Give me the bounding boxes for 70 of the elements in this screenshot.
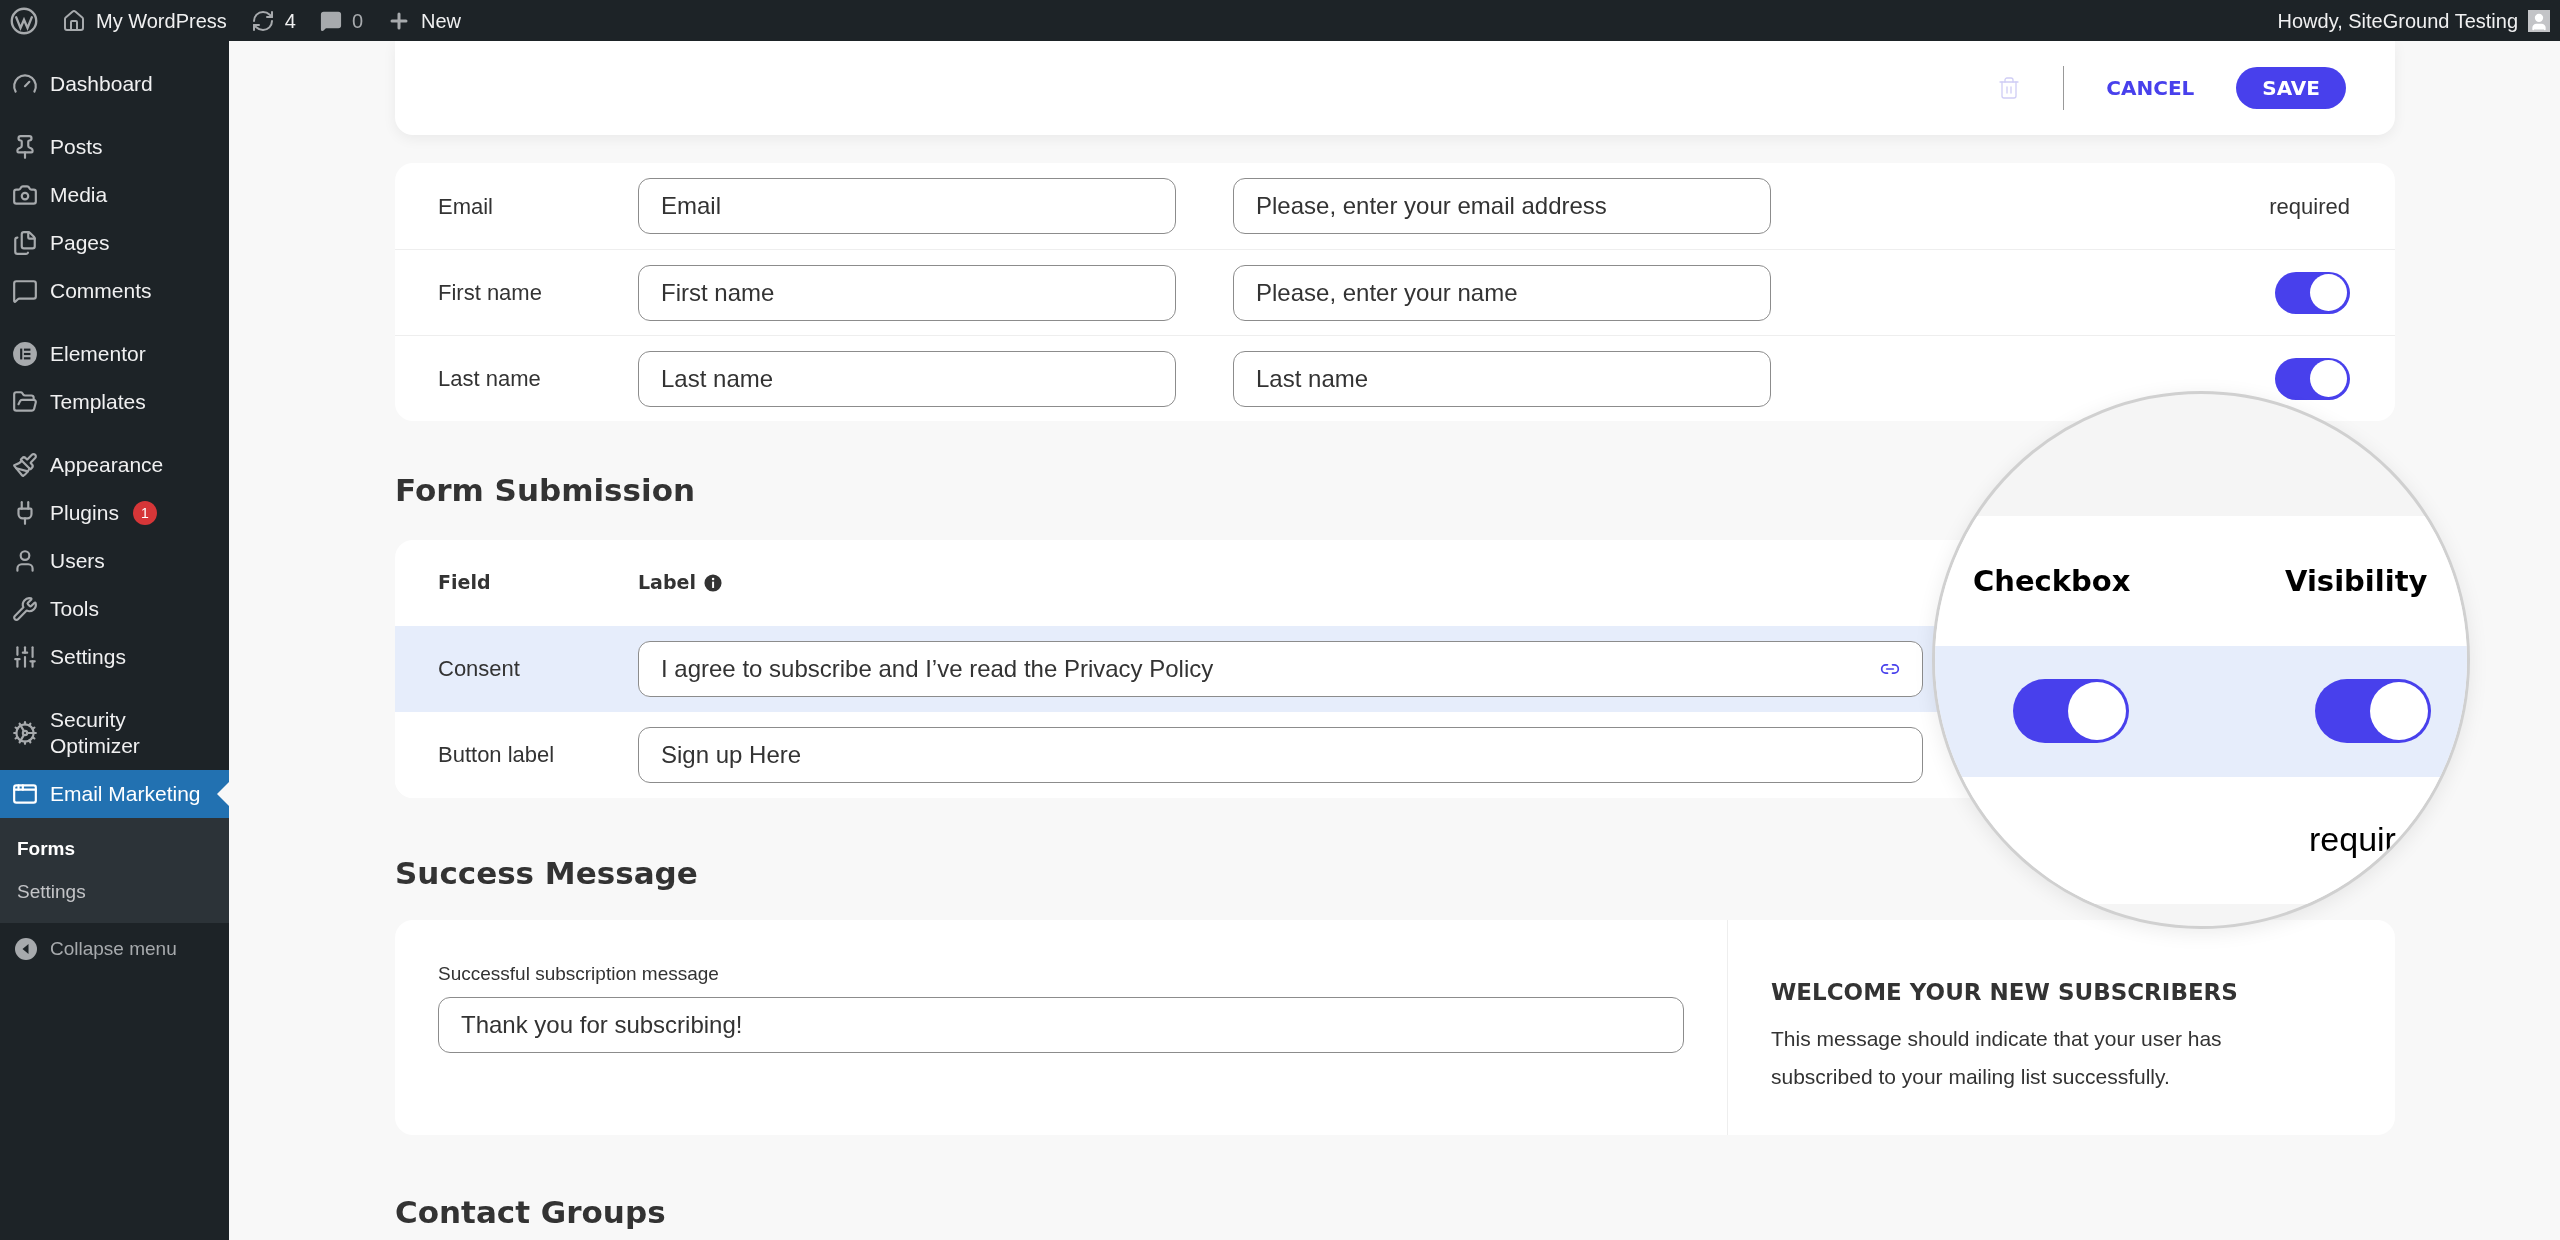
column-header: Visibility [2285, 563, 2428, 600]
label-input[interactable]: First name [638, 264, 1176, 321]
wordpress-logo-icon[interactable] [10, 6, 38, 35]
field-name: First name [438, 279, 543, 307]
sidebar-item[interactable]: Posts [0, 123, 229, 171]
sliders-icon [12, 644, 38, 670]
prompt-input[interactable]: Please, enter your name [1233, 264, 1771, 321]
paintbrush-icon [12, 452, 38, 478]
avatar-icon[interactable] [2528, 9, 2550, 32]
sidebar-item[interactable]: Templates [0, 378, 229, 426]
collapse-menu-link[interactable]: Collapse menu [50, 935, 177, 964]
sidebar-item[interactable]: Security Optimizer [0, 696, 229, 770]
comments-count[interactable]: 0 [351, 5, 363, 36]
column-header: Field [438, 570, 492, 596]
wrench-icon [12, 596, 38, 622]
field-name: Consent [438, 655, 521, 683]
info-title: WELCOME YOUR NEW SUBSCRIBERS [1771, 978, 2239, 1007]
required-text: required [2269, 192, 2350, 221]
prompt-input[interactable]: Please, enter your email address [1233, 178, 1771, 234]
sidebar-item[interactable]: Media [0, 171, 229, 219]
count-badge: 1 [132, 501, 157, 525]
speech-bubble-icon [12, 278, 38, 304]
speech-bubble-icon[interactable] [319, 9, 342, 32]
section-heading: Form Submission [395, 471, 696, 510]
new-link[interactable]: New [421, 5, 462, 36]
field-name: Last name [438, 365, 542, 393]
prompt-input[interactable]: Last name [1233, 350, 1771, 407]
updates-count[interactable]: 4 [284, 5, 296, 36]
info-icon[interactable] [703, 573, 722, 592]
column-header: Label [638, 570, 696, 596]
pages-icon [12, 230, 38, 256]
sidebar-item[interactable]: Dashboard [0, 60, 229, 108]
toggle-switch[interactable] [2275, 357, 2350, 400]
field-name: Email [438, 192, 494, 221]
column-header: Checkbox [1973, 563, 2131, 600]
toggle-switch[interactable] [2275, 271, 2350, 314]
label-input[interactable]: Email [638, 178, 1176, 234]
sidebar-item[interactable]: Pages [0, 219, 229, 267]
sidebar-item[interactable]: Comments [0, 267, 229, 315]
label-input[interactable]: Last name [638, 350, 1176, 407]
message-input[interactable]: Thank you for subscribing! [438, 996, 1684, 1053]
sidebar-item[interactable]: Settings [0, 633, 229, 681]
gear-icon [12, 720, 38, 746]
submenu-item[interactable]: Forms [0, 828, 229, 871]
label-input[interactable]: I agree to subscribe and I’ve read the Privacy Policy [638, 640, 1923, 697]
label-input[interactable]: Sign up Here [638, 726, 1923, 783]
greeting-link[interactable]: Howdy, SiteGround Testing [2277, 5, 2518, 36]
section-heading: Contact Groups [395, 1193, 667, 1232]
collapse-icon[interactable] [14, 937, 38, 962]
site-name-link[interactable]: My WordPress [96, 5, 227, 36]
sidebar-item[interactable]: Users [0, 537, 229, 585]
home-icon[interactable] [62, 8, 86, 33]
sidebar-item[interactable]: Tools [0, 585, 229, 633]
required-text: requir [2309, 819, 2396, 860]
save-button[interactable]: SAVE [2236, 67, 2346, 109]
window-icon [12, 781, 38, 807]
sidebar-item[interactable]: Elementor [0, 330, 229, 378]
sidebar-item[interactable]: Plugins 1 [0, 489, 229, 537]
folder-icon [12, 389, 38, 415]
section-heading: Success Message [395, 853, 699, 893]
field-name: Button label [438, 741, 556, 769]
sidebar-item[interactable]: Email Marketing [0, 770, 229, 818]
sidebar-item[interactable]: Appearance [0, 441, 229, 489]
cancel-button[interactable]: CANCEL [2106, 73, 2195, 103]
refresh-icon[interactable] [250, 8, 275, 33]
camera-icon [12, 182, 38, 208]
circle-e-icon [12, 341, 38, 367]
submenu-item[interactable]: Settings [0, 870, 229, 913]
field-label: Successful subscription message [438, 962, 720, 986]
info-text: This message should indicate that your user has subscribed to your mailing list successfully. [1771, 1025, 2223, 1090]
